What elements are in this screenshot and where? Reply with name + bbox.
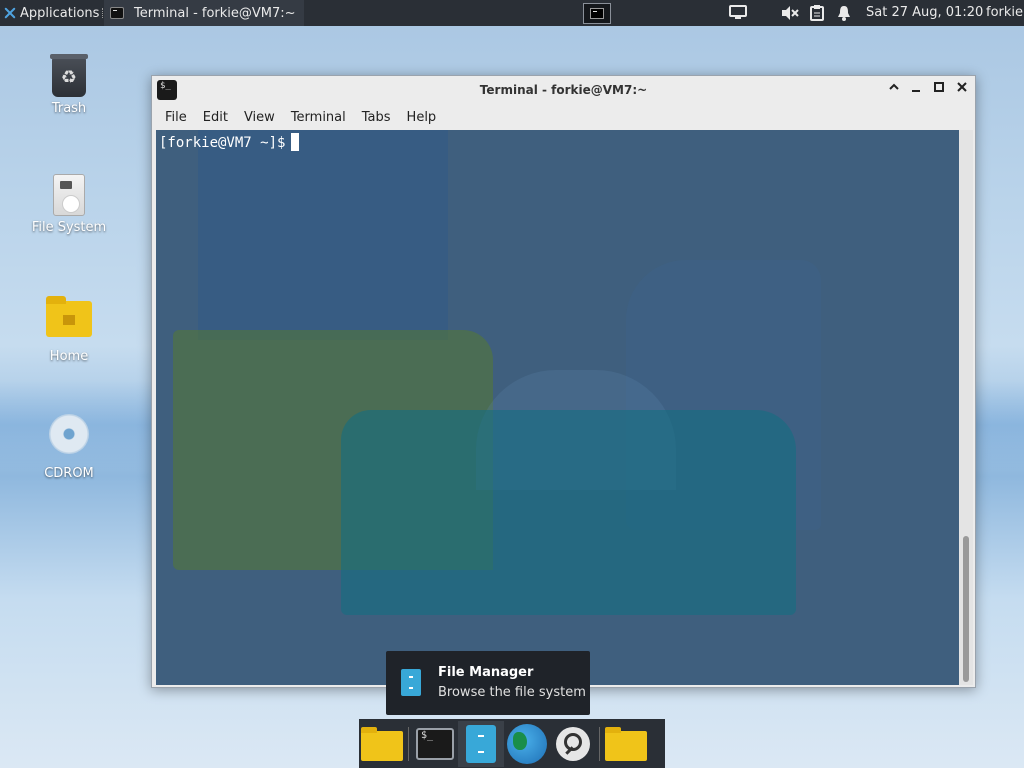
wallpaper-shape (198, 130, 448, 340)
minimize-icon (912, 90, 920, 92)
maximize-icon (934, 82, 944, 92)
desktop-icon-label: File System (31, 220, 107, 235)
desktop-icon-label: Home (49, 349, 89, 364)
desktop-icon-label: CDROM (44, 466, 94, 481)
shell-prompt: [forkie@VM7 ~]$ (159, 133, 300, 151)
file-manager-icon (466, 724, 496, 763)
user-menu[interactable]: forkie (986, 0, 1023, 26)
dock-web-browser[interactable] (504, 721, 550, 767)
file-manager-tooltip: File Manager Browse the file system (386, 651, 590, 715)
menu-bar: File Edit View Terminal Tabs Help (152, 104, 975, 130)
menu-file[interactable]: File (152, 110, 195, 125)
folder-icon (605, 726, 647, 761)
web-browser-icon (507, 723, 547, 764)
file-manager-icon (401, 669, 421, 696)
prompt-text: [forkie@VM7 ~]$ (159, 135, 286, 151)
search-icon (556, 726, 590, 761)
window-titlebar[interactable]: $_ Terminal - forkie@VM7:~ (152, 76, 975, 104)
home-folder-icon (46, 296, 92, 337)
desktop-icon-label: Trash (51, 101, 87, 116)
volume-muted-icon[interactable] (779, 0, 801, 26)
workspace-switcher[interactable] (583, 3, 611, 24)
terminal-icon: $_ (416, 727, 454, 760)
trash-icon: ♻ (50, 54, 88, 97)
terminal-icon (110, 7, 124, 19)
taskbar-button-label: Terminal - forkie@VM7:~ (134, 5, 296, 21)
workspace-window-icon (590, 8, 604, 19)
xfce-logo-icon (3, 6, 17, 20)
wallpaper-shape (341, 410, 796, 615)
dock-app-finder[interactable] (550, 721, 596, 767)
close-icon (957, 82, 967, 92)
menu-tabs[interactable]: Tabs (354, 110, 399, 125)
show-desktop-icon (361, 726, 403, 761)
cdrom-icon (49, 414, 89, 454)
dock-separator (599, 726, 600, 761)
up-icon (889, 83, 899, 90)
desktop-icon-trash[interactable]: ♻ Trash (19, 54, 119, 116)
dock-show-desktop[interactable] (359, 721, 405, 767)
top-panel: Applications Terminal - forkie@VM7:~ Sat… (0, 0, 1024, 26)
clipboard-icon[interactable] (807, 0, 827, 26)
desktop-icon-home[interactable]: Home (19, 296, 119, 364)
minimize-button[interactable] (906, 80, 926, 100)
menu-terminal[interactable]: Terminal (283, 110, 354, 125)
applications-label: Applications (20, 5, 100, 21)
notification-bell-icon[interactable] (834, 0, 854, 26)
taskbar-button-terminal[interactable]: Terminal - forkie@VM7:~ (104, 0, 304, 26)
tooltip-subtitle: Browse the file system (438, 685, 586, 700)
text-cursor (291, 133, 300, 151)
menu-view[interactable]: View (236, 110, 283, 125)
terminal-scrollbar[interactable] (959, 130, 973, 685)
dock-separator (408, 726, 409, 761)
dock-file-manager[interactable] (458, 720, 504, 767)
desktop-icon-cdrom[interactable]: CDROM (19, 414, 119, 481)
roll-up-button[interactable] (884, 80, 904, 100)
desktop-icon-file-system[interactable]: File System (19, 174, 119, 235)
dock: $_ (359, 719, 665, 768)
drive-icon (53, 174, 85, 216)
close-button[interactable] (952, 80, 972, 100)
dock-folder[interactable] (603, 721, 649, 767)
dock-terminal[interactable]: $_ (412, 721, 458, 767)
window-title: Terminal - forkie@VM7:~ (479, 83, 648, 97)
clock[interactable]: Sat 27 Aug, 01:20 (866, 0, 983, 26)
menu-help[interactable]: Help (399, 110, 445, 125)
maximize-button[interactable] (929, 80, 949, 100)
applications-menu-button[interactable]: Applications (0, 0, 110, 26)
terminal-output-area[interactable]: [forkie@VM7 ~]$ (156, 130, 959, 685)
terminal-window[interactable]: $_ Terminal - forkie@VM7:~ File Edit Vie… (151, 75, 976, 688)
display-icon[interactable] (726, 0, 750, 26)
menu-edit[interactable]: Edit (195, 110, 236, 125)
tooltip-title: File Manager (438, 665, 534, 680)
scrollbar-thumb[interactable] (963, 536, 969, 682)
